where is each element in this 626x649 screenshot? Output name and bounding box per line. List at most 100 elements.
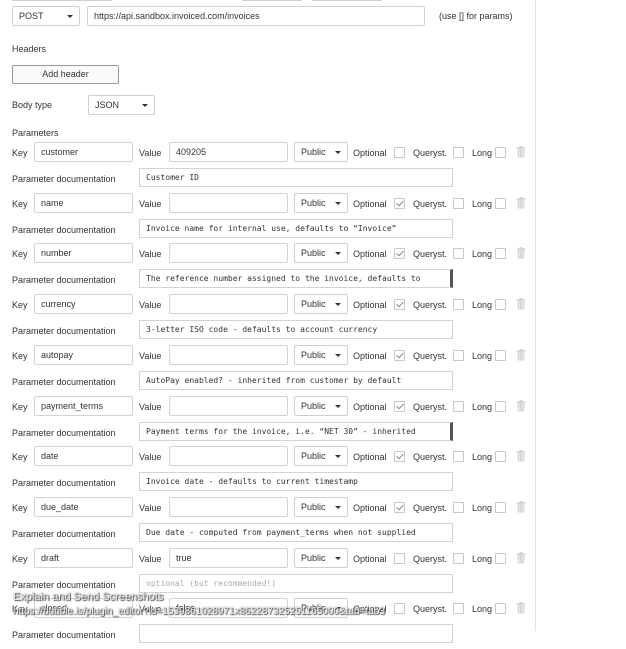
parameter-key-input[interactable]: currency xyxy=(34,294,133,314)
trash-icon[interactable] xyxy=(516,602,526,614)
parameter-doc-input[interactable]: Customer ID xyxy=(139,168,453,187)
parameter-value-input[interactable] xyxy=(169,396,288,416)
optional-checkbox[interactable] xyxy=(394,198,405,209)
optional-checkbox[interactable] xyxy=(394,603,405,614)
trash-icon[interactable] xyxy=(516,552,526,564)
trash-icon[interactable] xyxy=(516,298,526,310)
parameter-key-input[interactable]: draft xyxy=(34,548,133,568)
value-label: Value xyxy=(139,249,162,259)
parameter-value-input[interactable] xyxy=(169,243,288,263)
body-type-select[interactable]: JSON xyxy=(88,95,155,115)
overlay-url: https://bubble.is/plugin_editor?id=15398… xyxy=(13,606,385,617)
querystring-checkbox[interactable] xyxy=(453,248,464,259)
visibility-select[interactable]: Public xyxy=(294,345,348,365)
long-label: Long xyxy=(472,351,493,361)
parameter-key-input[interactable]: payment_terms xyxy=(34,396,133,416)
optional-checkbox[interactable] xyxy=(394,299,405,310)
optional-checkbox[interactable] xyxy=(394,502,405,513)
url-input[interactable]: https://api.sandbox.invoiced.com/invoice… xyxy=(87,6,425,26)
visibility-select[interactable]: Public xyxy=(294,142,348,162)
long-label: Long xyxy=(472,554,493,564)
method-select[interactable]: POST xyxy=(12,6,80,26)
querystring-checkbox[interactable] xyxy=(453,553,464,564)
optional-label: Optional xyxy=(353,351,387,361)
optional-checkbox[interactable] xyxy=(394,451,405,462)
optional-checkbox[interactable] xyxy=(394,350,405,361)
querystring-checkbox[interactable] xyxy=(453,603,464,614)
parameter-key-input[interactable]: name xyxy=(34,193,133,213)
parameter-value-input[interactable] xyxy=(169,345,288,365)
optional-checkbox[interactable] xyxy=(394,401,405,412)
parameter-doc-input[interactable]: Invoice name for internal use, defaults … xyxy=(139,219,453,238)
querystring-checkbox[interactable] xyxy=(453,401,464,412)
visibility-select[interactable]: Public xyxy=(294,446,348,466)
visibility-select[interactable]: Public xyxy=(294,396,348,416)
queryst-label: Queryst. xyxy=(413,351,448,361)
parameter-doc-input[interactable]: Due date - computed from payment_terms w… xyxy=(139,523,453,542)
parameter-doc-label: Parameter documentation xyxy=(12,428,116,438)
parameter-doc-input[interactable] xyxy=(139,624,453,643)
querystring-checkbox[interactable] xyxy=(453,198,464,209)
querystring-checkbox[interactable] xyxy=(453,451,464,462)
visibility-select[interactable]: Public xyxy=(294,294,348,314)
parameter-value-input[interactable] xyxy=(169,446,288,466)
long-checkbox[interactable] xyxy=(495,401,506,412)
optional-checkbox[interactable] xyxy=(394,553,405,564)
parameter-value-input[interactable]: true xyxy=(169,548,288,568)
trash-icon[interactable] xyxy=(516,197,526,209)
parameter-doc-input[interactable]: AutoPay enabled? - inherited from custom… xyxy=(139,371,453,390)
trash-icon[interactable] xyxy=(516,349,526,361)
parameter-doc-input[interactable]: Invoice date - defaults to current times… xyxy=(139,472,453,491)
querystring-checkbox[interactable] xyxy=(453,502,464,513)
parameter-key-input[interactable]: autopay xyxy=(34,345,133,365)
visibility-select[interactable]: Public xyxy=(294,193,348,213)
long-checkbox[interactable] xyxy=(495,248,506,259)
key-label: Key xyxy=(12,554,28,564)
long-checkbox[interactable] xyxy=(495,350,506,361)
parameter-doc-input[interactable]: Payment terms for the invoice, i.e. “NET… xyxy=(139,422,453,441)
long-checkbox[interactable] xyxy=(495,553,506,564)
visibility-select[interactable]: Public xyxy=(294,243,348,263)
visibility-select[interactable]: Public xyxy=(294,548,348,568)
parameter-key-input[interactable]: number xyxy=(34,243,133,263)
trash-icon[interactable] xyxy=(516,146,526,158)
parameter-doc-input[interactable]: 3-letter ISO code - defaults to account … xyxy=(139,320,453,339)
chevron-down-icon xyxy=(335,506,341,509)
long-label: Long xyxy=(472,402,493,412)
value-label: Value xyxy=(139,300,162,310)
optional-checkbox[interactable] xyxy=(394,248,405,259)
long-label: Long xyxy=(472,199,493,209)
parameter-key-input[interactable]: due_date xyxy=(34,497,133,517)
long-checkbox[interactable] xyxy=(495,299,506,310)
parameter-value-input[interactable] xyxy=(169,193,288,213)
trash-icon[interactable] xyxy=(516,450,526,462)
parameter-doc-row: Parameter documentation 3-letter ISO code… xyxy=(0,320,535,345)
querystring-checkbox[interactable] xyxy=(453,299,464,310)
parameter-value-input[interactable]: 409205 xyxy=(169,142,288,162)
visibility-value: Public xyxy=(301,553,326,563)
optional-checkbox[interactable] xyxy=(394,147,405,158)
parameter-doc-input[interactable]: optional (but recommended!) xyxy=(139,574,453,593)
querystring-checkbox[interactable] xyxy=(453,350,464,361)
long-label: Long xyxy=(472,300,493,310)
parameter-value-input[interactable] xyxy=(169,497,288,517)
parameter-doc-input[interactable]: The reference number assigned to the inv… xyxy=(139,269,453,288)
long-checkbox[interactable] xyxy=(495,198,506,209)
parameter-value-input[interactable] xyxy=(169,294,288,314)
optional-label: Optional xyxy=(353,300,387,310)
parameter-key-input[interactable]: date xyxy=(34,446,133,466)
long-checkbox[interactable] xyxy=(495,451,506,462)
long-checkbox[interactable] xyxy=(495,603,506,614)
trash-icon[interactable] xyxy=(516,400,526,412)
chevron-down-icon xyxy=(67,15,73,18)
add-header-button[interactable]: Add header xyxy=(12,65,119,84)
trash-icon[interactable] xyxy=(516,501,526,513)
visibility-select[interactable]: Public xyxy=(294,497,348,517)
parameter-doc-row: Parameter documentation Invoice date - de… xyxy=(0,472,535,497)
querystring-checkbox[interactable] xyxy=(453,147,464,158)
trash-icon[interactable] xyxy=(516,247,526,259)
long-checkbox[interactable] xyxy=(495,147,506,158)
parameter-key-input[interactable]: customer xyxy=(34,142,133,162)
long-checkbox[interactable] xyxy=(495,502,506,513)
parameter-doc-row: Parameter documentation Invoice name for … xyxy=(0,219,535,244)
